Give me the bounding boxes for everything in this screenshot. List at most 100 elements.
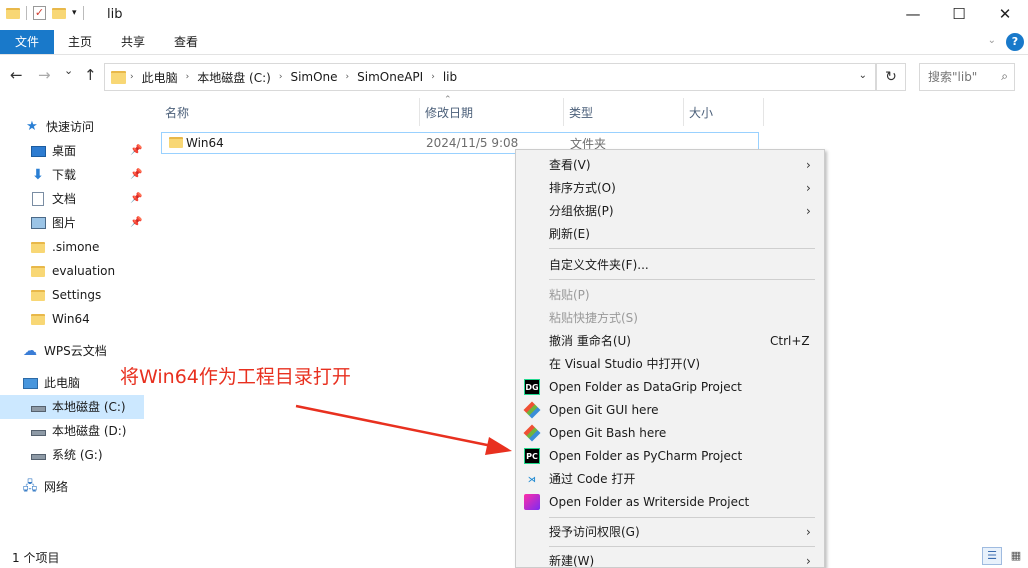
menu-item-customize-folder[interactable]: 自定义文件夹(F)...	[516, 253, 824, 276]
menu-item-datagrip[interactable]: DG Open Folder as DataGrip Project	[516, 375, 824, 398]
folder-icon	[31, 313, 45, 325]
column-header-name[interactable]: 名称	[160, 98, 420, 126]
sidebar-item-label: Win64	[52, 312, 90, 326]
menu-item-git-gui[interactable]: Open Git GUI here	[516, 398, 824, 421]
sidebar-item-simone[interactable]: .simone	[30, 235, 99, 259]
folder-icon[interactable]	[6, 7, 20, 19]
menu-item-give-access[interactable]: 授予访问权限(G) ›	[516, 520, 824, 543]
forward-button[interactable]: →	[38, 66, 51, 84]
menu-item-group-by[interactable]: 分组依据(P) ›	[516, 199, 824, 222]
column-header-modified[interactable]: 修改日期	[420, 98, 564, 126]
vscode-icon: ⋊	[528, 474, 536, 484]
menu-item-label: 通过 Code 打开	[549, 472, 636, 486]
close-button[interactable]: ✕	[982, 0, 1028, 30]
tab-view[interactable]: 查看	[166, 30, 206, 54]
breadcrumb-simone[interactable]: SimOne	[290, 70, 337, 84]
breadcrumb-simoneapi[interactable]: SimOneAPI	[357, 70, 423, 84]
picture-icon	[30, 217, 46, 229]
recent-locations-button[interactable]: ⌄	[64, 64, 73, 77]
tab-file[interactable]: 文件	[0, 30, 54, 54]
chevron-right-icon: ›	[806, 180, 811, 195]
expand-ribbon-icon[interactable]: ⌄	[988, 35, 996, 46]
details-view-icon[interactable]: ☰	[982, 547, 1002, 565]
column-header-size[interactable]: 大小	[684, 98, 764, 126]
menu-item-new[interactable]: 新建(W) ›	[516, 549, 824, 568]
breadcrumb-c-drive[interactable]: 本地磁盘 (C:)	[197, 69, 271, 86]
sidebar-item-pictures[interactable]: 图片 📌	[30, 211, 150, 235]
sidebar-item-evaluation[interactable]: evaluation	[30, 259, 115, 283]
desktop-icon	[30, 145, 46, 157]
address-dropdown-icon[interactable]: ⌄	[859, 70, 867, 81]
ribbon-tabs: 文件 主页 共享 查看 ⌄ ?	[0, 30, 1028, 55]
context-menu: 查看(V) › 排序方式(O) › 分组依据(P) › 刷新(E) 自定义文件夹…	[515, 149, 825, 568]
menu-item-label: 撤消 重命名(U)	[549, 334, 631, 348]
breadcrumb-lib[interactable]: lib	[443, 70, 457, 84]
drive-icon	[30, 454, 46, 460]
menu-item-writerside[interactable]: Open Folder as Writerside Project	[516, 490, 824, 513]
sidebar-item-settings[interactable]: Settings	[30, 283, 101, 307]
menu-item-view[interactable]: 查看(V) ›	[516, 153, 824, 176]
status-item-count: 1 个项目	[12, 551, 60, 565]
chevron-right-icon: ›	[185, 72, 190, 82]
menu-item-undo-rename[interactable]: 撤消 重命名(U) Ctrl+Z	[516, 329, 824, 352]
sidebar-item-label: 系统 (G:)	[52, 448, 103, 462]
up-button[interactable]: ↑	[84, 66, 97, 84]
menu-item-refresh[interactable]: 刷新(E)	[516, 222, 824, 245]
sidebar-item-d-drive[interactable]: 本地磁盘 (D:)	[30, 419, 126, 443]
tab-share[interactable]: 共享	[113, 30, 153, 54]
menu-item-label: 粘贴快捷方式(S)	[549, 311, 638, 325]
menu-item-label: Open Folder as PyCharm Project	[549, 448, 743, 463]
tab-home[interactable]: 主页	[60, 30, 100, 54]
sidebar-item-win64[interactable]: Win64	[30, 307, 90, 331]
sidebar-item-label: 快速访问	[46, 120, 95, 134]
git-gui-icon	[523, 401, 541, 419]
menu-item-git-bash[interactable]: Open Git Bash here	[516, 421, 824, 444]
properties-icon[interactable]: ✓	[33, 6, 46, 20]
back-button[interactable]: ←	[10, 66, 23, 84]
new-folder-icon[interactable]	[52, 7, 66, 19]
large-icons-view-icon[interactable]: ▦	[1006, 547, 1026, 565]
sidebar-item-label: 本地磁盘 (C:)	[52, 400, 126, 414]
menu-item-shortcut: Ctrl+Z	[770, 333, 810, 348]
sidebar-item-this-pc[interactable]: 此电脑	[22, 371, 80, 395]
star-icon: ★	[26, 119, 38, 134]
chevron-right-icon: ›	[806, 157, 811, 172]
chevron-right-icon: ›	[806, 524, 811, 539]
file-name: Win64	[186, 136, 224, 150]
address-bar[interactable]: › 此电脑 › 本地磁盘 (C:) › SimOne › SimOneAPI ›…	[104, 63, 876, 91]
sidebar-item-documents[interactable]: 文档 📌	[30, 187, 150, 211]
sidebar-item-label: 下载	[52, 168, 77, 182]
menu-item-open-in-visual-studio[interactable]: 在 Visual Studio 中打开(V)	[516, 352, 824, 375]
folder-icon	[111, 70, 126, 84]
sidebar-item-quick-access[interactable]: ★ 快速访问	[24, 115, 94, 139]
sidebar-item-wps-cloud[interactable]: ☁ WPS云文档	[22, 339, 107, 363]
refresh-button[interactable]: ↻	[876, 63, 906, 91]
cloud-icon: ☁	[23, 343, 37, 359]
column-headers: ⌃ 名称 修改日期 类型 大小	[160, 95, 766, 126]
minimize-button[interactable]: —	[890, 0, 936, 30]
search-box[interactable]: ⌕	[919, 63, 1015, 91]
sidebar-item-downloads[interactable]: ⬇ 下载 📌	[30, 163, 150, 187]
sidebar-item-label: 网络	[44, 480, 69, 494]
sidebar-item-network[interactable]: 🖧 网络	[22, 475, 68, 499]
sidebar-item-g-drive[interactable]: 系统 (G:)	[30, 443, 103, 467]
pycharm-icon: PC	[524, 448, 540, 464]
sidebar-item-desktop[interactable]: 桌面 📌	[30, 139, 150, 163]
menu-item-pycharm[interactable]: PC Open Folder as PyCharm Project	[516, 444, 824, 467]
menu-item-label: Open Folder as Writerside Project	[549, 494, 750, 509]
search-input[interactable]	[928, 70, 990, 84]
menu-separator	[549, 279, 815, 280]
qat-dropdown-icon[interactable]: ▾	[72, 8, 77, 18]
sidebar-item-c-drive[interactable]: 本地磁盘 (C:)	[0, 395, 144, 419]
sidebar-item-label: Settings	[52, 288, 102, 302]
help-icon[interactable]: ?	[1006, 33, 1024, 51]
chevron-right-icon: ›	[806, 553, 811, 568]
drive-icon	[30, 430, 46, 436]
menu-item-vscode[interactable]: ⋊ 通过 Code 打开	[516, 467, 824, 490]
network-icon: 🖧	[22, 479, 38, 494]
maximize-button[interactable]: ☐	[936, 0, 982, 30]
menu-item-sort-by[interactable]: 排序方式(O) ›	[516, 176, 824, 199]
pin-icon: 📌	[130, 193, 143, 204]
column-header-type[interactable]: 类型	[564, 98, 684, 126]
breadcrumb-this-pc[interactable]: 此电脑	[142, 69, 178, 86]
